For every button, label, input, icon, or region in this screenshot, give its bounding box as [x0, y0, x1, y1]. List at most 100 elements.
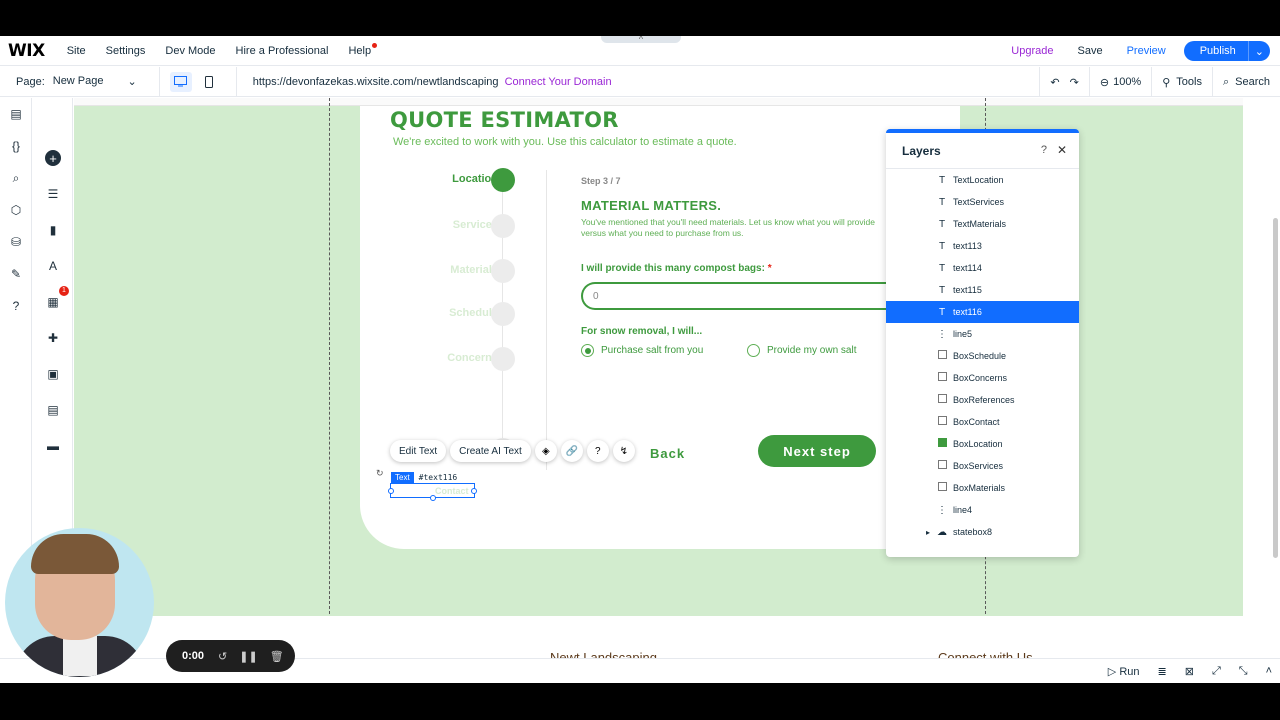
search-button[interactable]: ⌕ Search [1211, 67, 1280, 97]
layer-item[interactable]: BoxLocation [886, 433, 1079, 455]
design-icon[interactable]: A [45, 258, 61, 274]
compost-bags-input[interactable]: 0 [581, 282, 891, 310]
layer-item[interactable]: ⋮ line4 [886, 499, 1079, 521]
save-button[interactable]: Save [1078, 45, 1103, 57]
connect-domain-link[interactable]: Connect Your Domain [505, 76, 612, 88]
layer-item[interactable]: T TextServices [886, 191, 1079, 213]
rotate-icon[interactable]: ↻ [376, 468, 384, 479]
maximize-icon[interactable]: ⤡ [1239, 665, 1248, 678]
quote-subtitle[interactable]: We're excited to work with you. Use this… [393, 136, 737, 148]
format-icon[interactable]: ≣ [1158, 665, 1167, 678]
layer-item[interactable]: BoxMaterials [886, 477, 1079, 499]
layer-item[interactable]: BoxConcerns [886, 367, 1079, 389]
apps-icon[interactable]: ▦ [45, 294, 61, 310]
pages-menu-icon[interactable]: ▮ [45, 222, 61, 238]
radio-own-salt[interactable]: Provide my own salt [747, 344, 856, 357]
vertical-scrollbar[interactable] [1271, 98, 1280, 658]
help-icon[interactable]: ? [1041, 144, 1047, 156]
chevron-up-icon[interactable]: ˄ [1266, 665, 1272, 677]
trash-icon[interactable]: 🗑 [270, 650, 284, 663]
scrollbar-thumb[interactable] [1273, 218, 1278, 558]
snow-removal-label[interactable]: For snow removal, I will... [581, 326, 702, 337]
search-code-icon[interactable]: ⌕ [8, 170, 24, 186]
run-button[interactable]: ▷ Run [1108, 665, 1140, 678]
layer-item[interactable]: BoxReferences [886, 389, 1079, 411]
code-icon[interactable]: {} [8, 138, 24, 154]
section-description[interactable]: You've mentioned that you'll need materi… [581, 217, 881, 239]
help-icon[interactable]: ? [8, 298, 24, 314]
connect-data-icon[interactable]: ↯ [612, 440, 635, 462]
preview-button[interactable]: Preview [1127, 45, 1166, 57]
wix-logo[interactable]: WIX [8, 41, 45, 61]
chevron-down-icon: ⌄ [127, 76, 137, 88]
page-dropdown[interactable]: New Page ⌄ [53, 75, 137, 88]
collapse-toolbar-tab[interactable]: ˄ [601, 36, 681, 43]
debug-icon[interactable]: ✎ [8, 266, 24, 282]
business-apps-icon[interactable]: ✚ [45, 330, 61, 346]
properties-icon[interactable]: ⊠ [1185, 665, 1194, 678]
mobile-icon[interactable] [198, 72, 220, 92]
link-icon[interactable]: 🔗 [560, 440, 583, 462]
animation-icon[interactable]: ◈ [534, 440, 557, 462]
layer-item[interactable]: BoxContact [886, 411, 1079, 433]
tools-icon: ⚲ [1162, 76, 1171, 89]
expand-icon[interactable]: ⤢ [1212, 665, 1221, 678]
help-icon[interactable]: ? [586, 440, 609, 462]
menu-dev-mode[interactable]: Dev Mode [165, 45, 215, 57]
zoom-control[interactable]: ⊖ 100% [1088, 67, 1151, 97]
layer-item[interactable]: Ttext113 [886, 235, 1079, 257]
layer-item[interactable]: BoxServices [886, 455, 1079, 477]
layer-item[interactable]: BoxSchedule [886, 345, 1079, 367]
section-title[interactable]: MATERIAL MATTERS. [581, 198, 721, 213]
chevron-down-icon[interactable]: ⌄ [1247, 41, 1270, 61]
media-icon[interactable]: ▣ [45, 366, 61, 382]
packages-icon[interactable]: ⬡ [8, 202, 24, 218]
redo-icon[interactable]: ↷ [1070, 76, 1079, 89]
next-step-button[interactable]: Next step [758, 435, 876, 467]
menu-help[interactable]: Help [348, 42, 378, 57]
pause-icon[interactable]: ❚❚ [239, 650, 257, 663]
step-item[interactable]: Schedule [390, 302, 550, 326]
publish-button[interactable]: Publish ⌄ [1183, 41, 1270, 61]
layer-item[interactable]: T TextMaterials [886, 213, 1079, 235]
resize-handle[interactable] [471, 488, 477, 494]
tools-button[interactable]: ⚲ Tools [1151, 67, 1212, 97]
play-icon: ▷ [1107, 665, 1117, 678]
step-item[interactable]: Services [390, 214, 550, 238]
menu-hire-professional[interactable]: Hire a Professional [236, 45, 329, 57]
layer-item[interactable]: Ttext114 [886, 257, 1079, 279]
restart-icon[interactable]: ↺ [218, 650, 227, 663]
pages-icon[interactable]: ▤ [8, 106, 24, 122]
menu-settings[interactable]: Settings [106, 45, 146, 57]
step-counter[interactable]: Step 3 / 7 [581, 176, 621, 186]
add-elements-icon[interactable]: + [45, 150, 61, 166]
database-icon[interactable]: ⛁ [8, 234, 24, 250]
layer-item[interactable]: Ttext116 [886, 301, 1079, 323]
menu-site[interactable]: Site [67, 45, 86, 57]
portfolio-icon[interactable]: ▬ [45, 438, 61, 454]
radio-purchase-salt[interactable]: Purchase salt from you [581, 344, 703, 357]
create-ai-text-button[interactable]: Create AI Text [450, 440, 531, 462]
resize-handle[interactable] [430, 495, 436, 501]
sections-icon[interactable]: ☰ [45, 186, 61, 202]
layer-item[interactable]: ▸ ☁ statebox8 [886, 521, 1079, 543]
selected-element-box[interactable]: Contact [388, 483, 477, 501]
step-item[interactable]: Concerns [390, 347, 550, 371]
back-button[interactable]: Back [650, 446, 685, 461]
edit-text-button[interactable]: Edit Text [390, 440, 447, 462]
compost-label[interactable]: I will provide this many compost bags: * [581, 263, 772, 274]
step-item[interactable]: Materials [390, 259, 550, 283]
desktop-icon[interactable] [169, 71, 192, 92]
undo-icon[interactable]: ↶ [1050, 76, 1059, 89]
layer-item[interactable]: T TextLocation [886, 169, 1079, 191]
cms-icon[interactable]: ▤ [45, 402, 61, 418]
top-ruler[interactable] [74, 98, 1243, 106]
close-icon[interactable]: ✕ [1057, 143, 1067, 157]
layer-item[interactable]: Ttext115 [886, 279, 1079, 301]
quote-title[interactable]: QUOTE ESTIMATOR [390, 108, 619, 132]
expand-caret-icon[interactable]: ▸ [926, 528, 930, 537]
upgrade-button[interactable]: Upgrade [1011, 45, 1053, 57]
step-item[interactable]: Location [390, 168, 550, 192]
layer-item[interactable]: ⋮ line5 [886, 323, 1079, 345]
resize-handle[interactable] [388, 488, 394, 494]
